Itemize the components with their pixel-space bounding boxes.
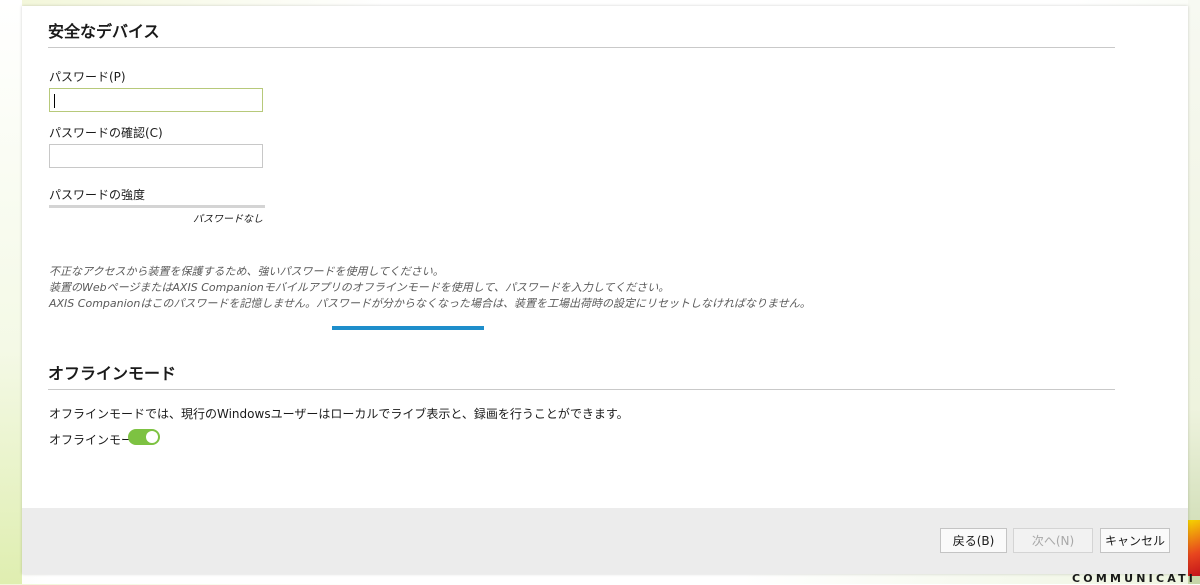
- dialog-footer: 戻る(B) 次へ(N) キャンセル: [22, 508, 1188, 574]
- setup-dialog: 安全なデバイス パスワード(P) パスワードの確認(C) パスワードの強度 パス…: [22, 6, 1188, 574]
- loading-progress-bar: [332, 326, 484, 330]
- text-caret: [54, 94, 55, 108]
- password-strength-text: パスワードなし: [193, 214, 263, 225]
- password-info: 不正なアクセスから装置を保護するため、強いパスワードを使用してください。 装置の…: [49, 264, 811, 312]
- info-line: 装置のWebページまたはAXIS Companionモバイルアプリのオフラインモ…: [49, 281, 670, 294]
- toggle-knob: [146, 431, 158, 443]
- confirm-password-input[interactable]: [49, 144, 263, 168]
- password-input[interactable]: [49, 88, 263, 112]
- info-line: AXIS Companionはこのパスワードを記憶しません。パスワードが分からな…: [49, 297, 811, 310]
- secure-device-divider: [48, 47, 1115, 48]
- cancel-button[interactable]: キャンセル: [1100, 528, 1170, 553]
- back-button[interactable]: 戻る(B): [940, 528, 1007, 553]
- offline-mode-toggle[interactable]: [128, 429, 160, 445]
- password-label: パスワード(P): [49, 70, 126, 84]
- info-line: 不正なアクセスから装置を保護するため、強いパスワードを使用してください。: [49, 265, 444, 278]
- offline-mode-divider: [48, 389, 1115, 390]
- offline-mode-title: オフラインモード: [48, 364, 177, 383]
- background-left: [0, 0, 22, 584]
- secure-device-title: 安全なデバイス: [48, 22, 160, 41]
- brand-corner-accent: [1188, 520, 1200, 576]
- confirm-password-label: パスワードの確認(C): [49, 126, 163, 140]
- offline-mode-description: オフラインモードでは、現行のWindowsユーザーはローカルでライブ表示と、録画…: [49, 407, 629, 421]
- password-strength-meter: [49, 205, 265, 208]
- password-strength-label: パスワードの強度: [49, 188, 146, 202]
- next-button[interactable]: 次へ(N): [1013, 528, 1093, 553]
- background-right: [1188, 0, 1200, 584]
